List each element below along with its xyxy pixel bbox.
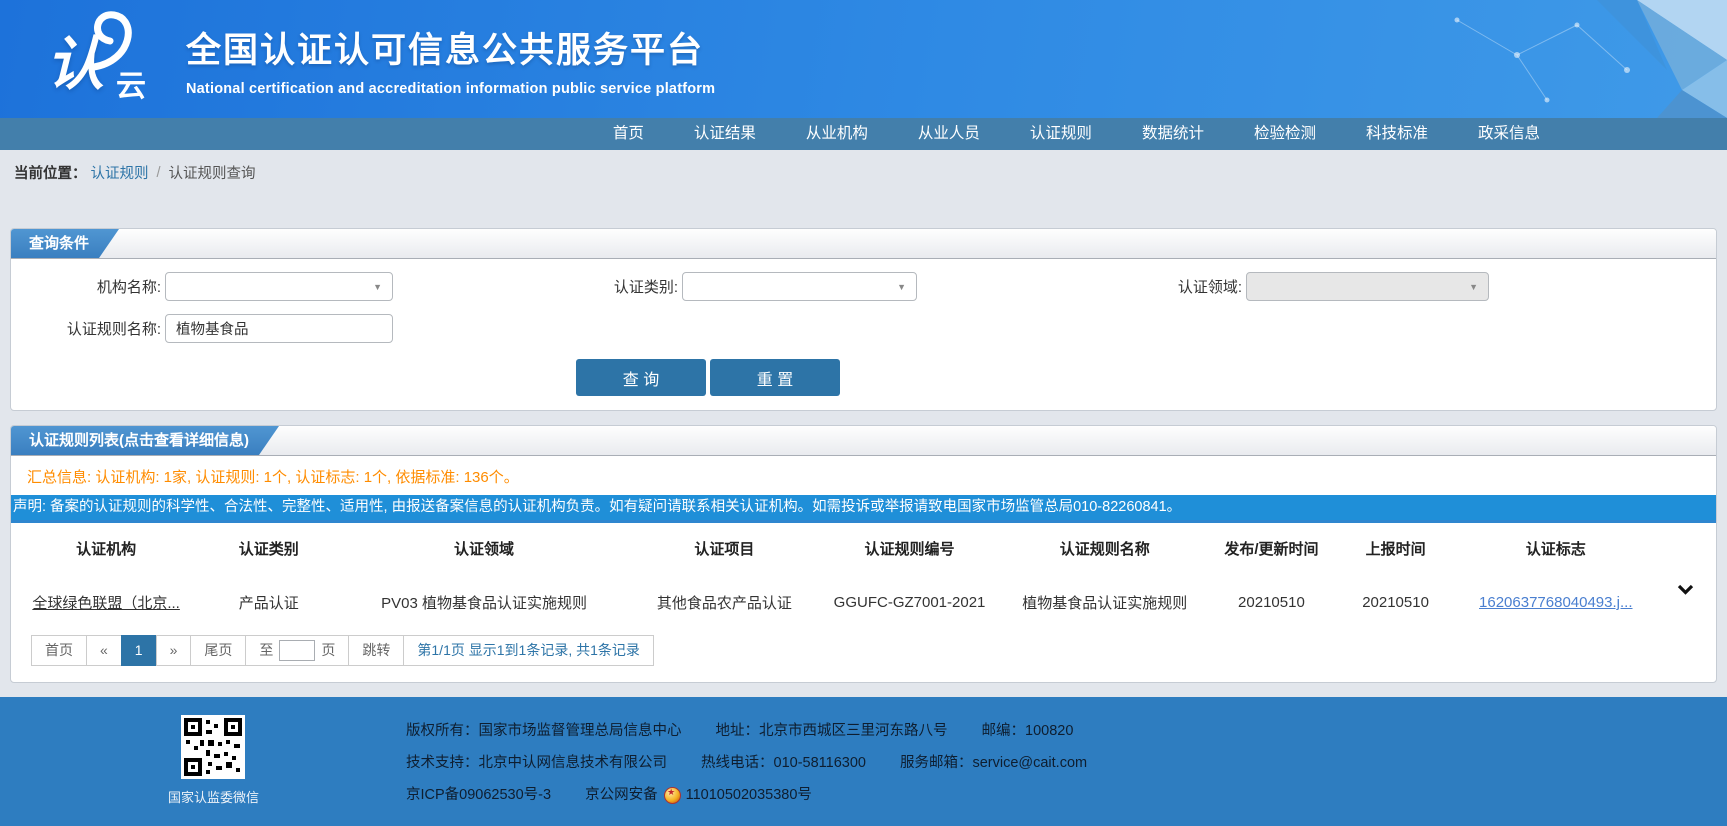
nav-item-personnel[interactable]: 从业人员 <box>893 118 1005 150</box>
org-name-link[interactable]: 全球绿色联盟（北京... <box>32 595 180 612</box>
cell-rule-no: GGUFC-GZ7001-2021 <box>817 572 1002 629</box>
rule-name-input[interactable] <box>176 321 382 337</box>
chevron-down-icon: ▼ <box>897 282 906 292</box>
summary-info: 汇总信息: 认证机构: 1家, 认证规则: 1个, 认证标志: 1个, 依据标准… <box>11 456 1716 495</box>
qr-caption: 国家认监委微信 <box>168 787 258 806</box>
cert-field-label: 认证领域: <box>1157 276 1242 297</box>
query-panel-title: 查询条件 <box>11 229 119 258</box>
pagination-goto-group: 至 页 <box>245 635 349 666</box>
chevron-down-icon: ▼ <box>1469 282 1478 292</box>
table-row[interactable]: 全球绿色联盟（北京... 产品认证 PV03 植物基食品认证实施规则 其他食品农… <box>11 572 1716 629</box>
header-decoration <box>1427 0 1727 118</box>
footer-tech-support: 技术支持：北京中认网信息技术有限公司 <box>406 751 667 772</box>
nav-item-statistics[interactable]: 数据统计 <box>1117 118 1229 150</box>
footer-hotline: 热线电话：010-58116300 <box>701 751 866 772</box>
query-panel-header: 查询条件 <box>11 229 1716 259</box>
footer-psb-label: 京公网安备 <box>585 783 658 804</box>
org-name-select[interactable]: ▼ <box>165 272 393 301</box>
query-panel: 查询条件 机构名称: ▼ 认证类别: ▼ 认证领域: ▼ <box>10 228 1717 411</box>
nav-item-home[interactable]: 首页 <box>588 118 669 150</box>
col-header-rule-name: 认证规则名称 <box>1002 522 1207 573</box>
nav-item-cert-results[interactable]: 认证结果 <box>669 118 781 150</box>
expand-chevron-down-icon[interactable] <box>1677 582 1694 599</box>
wechat-qr-code <box>181 715 245 779</box>
nav-item-cert-rules[interactable]: 认证规则 <box>1005 118 1117 150</box>
site-footer: 国家认监委微信 版权所有：国家市场监督管理总局信息中心 地址：北京市西城区三里河… <box>0 697 1727 826</box>
rules-list-panel: 认证规则列表(点击查看详细信息) 汇总信息: 认证机构: 1家, 认证规则: 1… <box>10 425 1717 683</box>
disclaimer-bar: 声明: 备案的认证规则的科学性、合法性、完整性、适用性, 由报送备案信息的认证机… <box>11 495 1716 520</box>
pagination-jump-button[interactable]: 跳转 <box>348 635 404 666</box>
breadcrumb-current: 认证规则查询 <box>169 162 256 183</box>
rule-name-label: 认证规则名称: <box>11 318 161 339</box>
goto-suffix: 页 <box>321 636 335 665</box>
page-goto-input[interactable] <box>279 640 315 661</box>
rules-table: 认证机构 认证类别 认证领域 认证项目 认证规则编号 认证规则名称 发布/更新时… <box>11 520 1716 629</box>
cell-field: PV03 植物基食品认证实施规则 <box>336 572 631 629</box>
col-header-rule-no: 认证规则编号 <box>817 522 1002 573</box>
col-header-report-date: 上报时间 <box>1336 522 1456 573</box>
nav-item-standards[interactable]: 科技标准 <box>1341 118 1453 150</box>
breadcrumb-label: 当前位置： <box>14 162 87 183</box>
footer-postcode: 邮编：100820 <box>982 719 1074 740</box>
rules-list-panel-title: 认证规则列表(点击查看详细信息) <box>11 426 279 455</box>
col-header-mark: 认证标志 <box>1456 522 1656 573</box>
cert-field-select-disabled: ▼ <box>1246 272 1489 301</box>
breadcrumb-separator: / <box>157 165 161 181</box>
cell-report-date: 20210510 <box>1336 572 1456 629</box>
pagination-info: 第1/1页 显示1到1条记录, 共1条记录 <box>403 635 654 666</box>
breadcrumb: 当前位置： 认证规则 / 认证规则查询 <box>0 150 1727 195</box>
rules-list-panel-header: 认证规则列表(点击查看详细信息) <box>11 426 1716 456</box>
pagination-last[interactable]: 尾页 <box>190 635 246 666</box>
goto-prefix: 至 <box>259 636 273 665</box>
col-header-publish-date: 发布/更新时间 <box>1207 522 1335 573</box>
cell-rule-name: 植物基食品认证实施规则 <box>1002 572 1207 629</box>
cert-category-label: 认证类别: <box>563 276 678 297</box>
site-header: 认 云 全国认证认可信息公共服务平台 National certificatio… <box>0 0 1727 118</box>
psb-badge-icon <box>664 787 681 804</box>
cert-mark-file-link[interactable]: 1620637768040493.j... <box>1479 594 1632 611</box>
pagination-first[interactable]: 首页 <box>31 635 87 666</box>
search-button[interactable]: 查 询 <box>576 359 706 396</box>
footer-copyright: 版权所有：国家市场监督管理总局信息中心 <box>406 719 682 740</box>
pagination: 首页 « 1 » 尾页 至 页 跳转 第1/1页 显示1到1条记录, 共1条记录 <box>31 635 1716 666</box>
org-name-label: 机构名称: <box>11 276 161 297</box>
cell-category: 产品认证 <box>201 572 336 629</box>
nav-item-inspection[interactable]: 检验检测 <box>1229 118 1341 150</box>
pagination-prev[interactable]: « <box>86 635 122 666</box>
nav-item-procurement[interactable]: 政采信息 <box>1453 118 1565 150</box>
site-title: 全国认证认可信息公共服务平台 <box>186 22 715 73</box>
footer-address: 地址：北京市西城区三里河东路八号 <box>716 719 948 740</box>
site-logo[interactable]: 认 云 <box>28 9 178 109</box>
footer-email: 服务邮箱：service@cait.com <box>900 751 1087 772</box>
cert-category-select[interactable]: ▼ <box>682 272 917 301</box>
col-header-category: 认证类别 <box>201 522 336 573</box>
reset-button[interactable]: 重 置 <box>710 359 840 396</box>
pagination-next[interactable]: » <box>156 635 192 666</box>
main-nav: 首页 认证结果 从业机构 从业人员 认证规则 数据统计 检验检测 科技标准 政采… <box>0 118 1727 150</box>
site-subtitle: National certification and accreditation… <box>186 81 715 97</box>
col-header-field: 认证领域 <box>336 522 631 573</box>
nav-item-orgs[interactable]: 从业机构 <box>781 118 893 150</box>
footer-icp-number[interactable]: 京ICP备09062530号-3 <box>406 783 551 804</box>
chevron-down-icon: ▼ <box>373 282 382 292</box>
table-header-row: 认证机构 认证类别 认证领域 认证项目 认证规则编号 认证规则名称 发布/更新时… <box>11 522 1716 573</box>
col-header-org: 认证机构 <box>11 522 201 573</box>
breadcrumb-link-rules[interactable]: 认证规则 <box>91 162 149 183</box>
logo-yun-glyph: 云 <box>116 61 146 105</box>
pagination-page-1[interactable]: 1 <box>121 635 157 666</box>
cell-project: 其他食品农产品认证 <box>632 572 817 629</box>
footer-psb-number[interactable]: 11010502035380号 <box>686 783 812 804</box>
cell-publish-date: 20210510 <box>1207 572 1335 629</box>
col-header-project: 认证项目 <box>632 522 817 573</box>
